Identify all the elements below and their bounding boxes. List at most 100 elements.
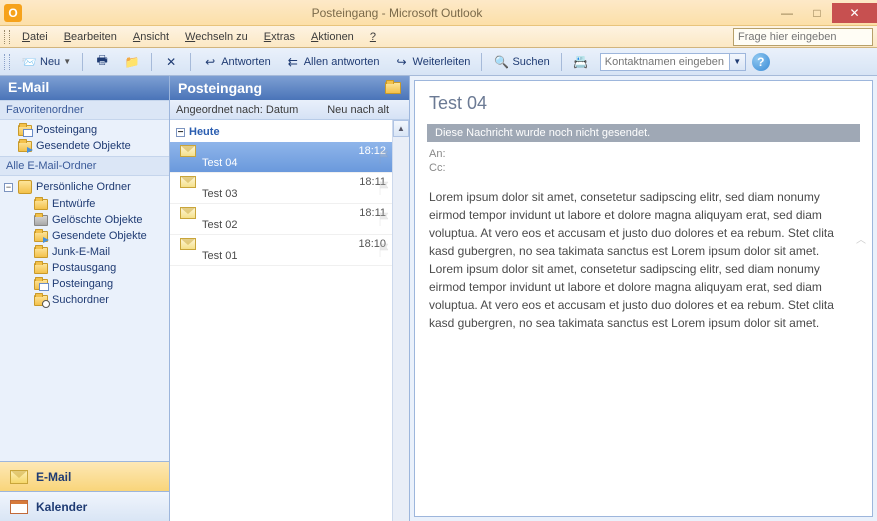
contact-search-input[interactable] [600, 53, 730, 71]
favorite-folder-inbox[interactable]: Posteingang [0, 122, 169, 138]
date-group-header[interactable]: − Heute [170, 120, 409, 142]
separator [82, 53, 83, 71]
message-list: − Heute 18:12 Test 04 18:11 Test 03 18:1… [170, 120, 409, 521]
menubar-grip[interactable] [4, 30, 10, 44]
date-group-label: Heute [189, 126, 220, 138]
navigation-pane: E-Mail Favoritenordner Posteingang Gesend… [0, 76, 170, 521]
flag-icon[interactable] [378, 212, 390, 226]
folder-label: Gesendete Objekte [36, 140, 131, 152]
calendar-icon [10, 500, 28, 514]
scroll-hint-icon: ︿ [856, 231, 866, 246]
menu-go[interactable]: Wechseln zu [177, 29, 256, 45]
forward-button[interactable]: ↪ Weiterleiten [387, 51, 478, 73]
separator [151, 53, 152, 71]
folder-icon [18, 141, 32, 152]
envelope-icon [180, 176, 196, 188]
new-mail-icon: 📨 [21, 54, 37, 70]
reading-content: Test 04 Diese Nachricht wurde noch nicht… [414, 80, 873, 517]
folder-label: Gesendete Objekte [52, 230, 147, 242]
message-list-header: Posteingang [170, 76, 409, 100]
arrange-bar: Angeordnet nach: Datum Neu nach alt [170, 100, 409, 120]
folder-item[interactable]: Entwürfe [0, 196, 169, 212]
reading-pane: Test 04 Diese Nachricht wurde noch nicht… [410, 76, 877, 521]
scrollbar[interactable]: ▲ [392, 120, 409, 521]
mail-icon [10, 470, 28, 484]
folder-item[interactable]: Postausgang [0, 260, 169, 276]
favorites-label[interactable]: Favoritenordner [0, 100, 169, 120]
nav-button-mail-label: E-Mail [36, 470, 71, 484]
message-subject: Test 01 [180, 250, 386, 262]
folder-icon [18, 125, 32, 136]
message-item[interactable]: 18:12 Test 04 [170, 142, 392, 173]
folder-icon [34, 279, 48, 290]
search-button[interactable]: 🔍 Suchen [486, 51, 556, 73]
delete-button[interactable]: ✕ [156, 51, 186, 73]
toolbar-grip[interactable] [4, 54, 10, 70]
search-icon: 🔍 [493, 54, 509, 70]
maximize-button[interactable]: □ [802, 3, 832, 23]
message-body: Lorem ipsum dolor sit amet, consetetur s… [429, 188, 858, 332]
reply-button-label: Antworten [221, 56, 271, 68]
collapse-icon[interactable]: − [4, 183, 13, 192]
flag-icon[interactable] [378, 150, 390, 164]
minimize-button[interactable]: — [772, 3, 802, 23]
message-subject: Test 03 [180, 188, 386, 200]
all-folders-label[interactable]: Alle E-Mail-Ordner [0, 156, 169, 176]
folder-label: Posteingang [36, 124, 97, 136]
window-title: Posteingang - Microsoft Outlook [22, 6, 772, 20]
message-item[interactable]: 18:10 Test 01 [170, 235, 392, 266]
reply-all-icon: ⇇ [285, 54, 301, 70]
menu-actions[interactable]: Aktionen [303, 29, 362, 45]
reply-all-button[interactable]: ⇇ Allen antworten [278, 51, 387, 73]
folder-item[interactable]: Junk-E-Mail [0, 244, 169, 260]
flag-icon[interactable] [378, 181, 390, 195]
message-notice: Diese Nachricht wurde noch nicht gesende… [427, 124, 860, 142]
close-button[interactable]: ✕ [832, 3, 877, 23]
nav-button-calendar[interactable]: Kalender [0, 491, 169, 521]
nav-button-mail[interactable]: E-Mail [0, 461, 169, 491]
arrange-by-button[interactable]: Angeordnet nach: Datum [176, 104, 327, 116]
folder-item[interactable]: Gelöschte Objekte [0, 212, 169, 228]
folder-icon [34, 215, 48, 226]
root-folder[interactable]: − Persönliche Ordner [0, 178, 169, 196]
address-book-button[interactable]: 📇 [566, 51, 596, 73]
message-item[interactable]: 18:11 Test 02 [170, 204, 392, 235]
title-bar: O Posteingang - Microsoft Outlook — □ ✕ [0, 0, 877, 26]
folder-item[interactable]: Suchordner [0, 292, 169, 308]
address-book-icon: 📇 [573, 54, 589, 70]
move-button[interactable]: 📁 [117, 51, 147, 73]
nav-button-calendar-label: Kalender [36, 500, 87, 514]
folder-item[interactable]: Gesendete Objekte [0, 228, 169, 244]
flag-icon[interactable] [378, 243, 390, 257]
all-folders-list: − Persönliche Ordner EntwürfeGelöschte O… [0, 176, 169, 310]
forward-icon: ↪ [394, 54, 410, 70]
delete-icon: ✕ [163, 54, 179, 70]
help-button[interactable]: ? [752, 53, 770, 71]
scroll-up-button[interactable]: ▲ [393, 120, 409, 137]
menu-file[interactable]: Datei [14, 29, 56, 45]
message-subject: Test 04 [180, 157, 386, 169]
new-button[interactable]: 📨 Neu ▼ [14, 51, 78, 73]
separator [561, 53, 562, 71]
contact-search-dropdown[interactable]: ▼ [730, 53, 746, 71]
favorites-list: Posteingang Gesendete Objekte [0, 120, 169, 156]
collapse-icon[interactable]: − [176, 128, 185, 137]
message-item[interactable]: 18:11 Test 03 [170, 173, 392, 204]
folder-item[interactable]: Posteingang [0, 276, 169, 292]
print-button[interactable]: 🖶 [87, 51, 117, 73]
folder-icon [34, 199, 48, 210]
menu-tools[interactable]: Extras [256, 29, 303, 45]
help-search-box [733, 28, 873, 46]
menu-view[interactable]: Ansicht [125, 29, 177, 45]
envelope-icon [180, 145, 196, 157]
folder-label: Postausgang [52, 262, 116, 274]
sort-order-button[interactable]: Neu nach alt [327, 104, 403, 116]
app-icon: O [4, 4, 22, 22]
main-area: E-Mail Favoritenordner Posteingang Gesend… [0, 76, 877, 521]
favorite-folder-sent[interactable]: Gesendete Objekte [0, 138, 169, 154]
menu-edit[interactable]: Bearbeiten [56, 29, 125, 45]
menu-help[interactable]: ? [362, 29, 384, 45]
new-button-label: Neu [40, 56, 60, 68]
help-search-input[interactable] [733, 28, 873, 46]
reply-button[interactable]: ↩ Antworten [195, 51, 278, 73]
